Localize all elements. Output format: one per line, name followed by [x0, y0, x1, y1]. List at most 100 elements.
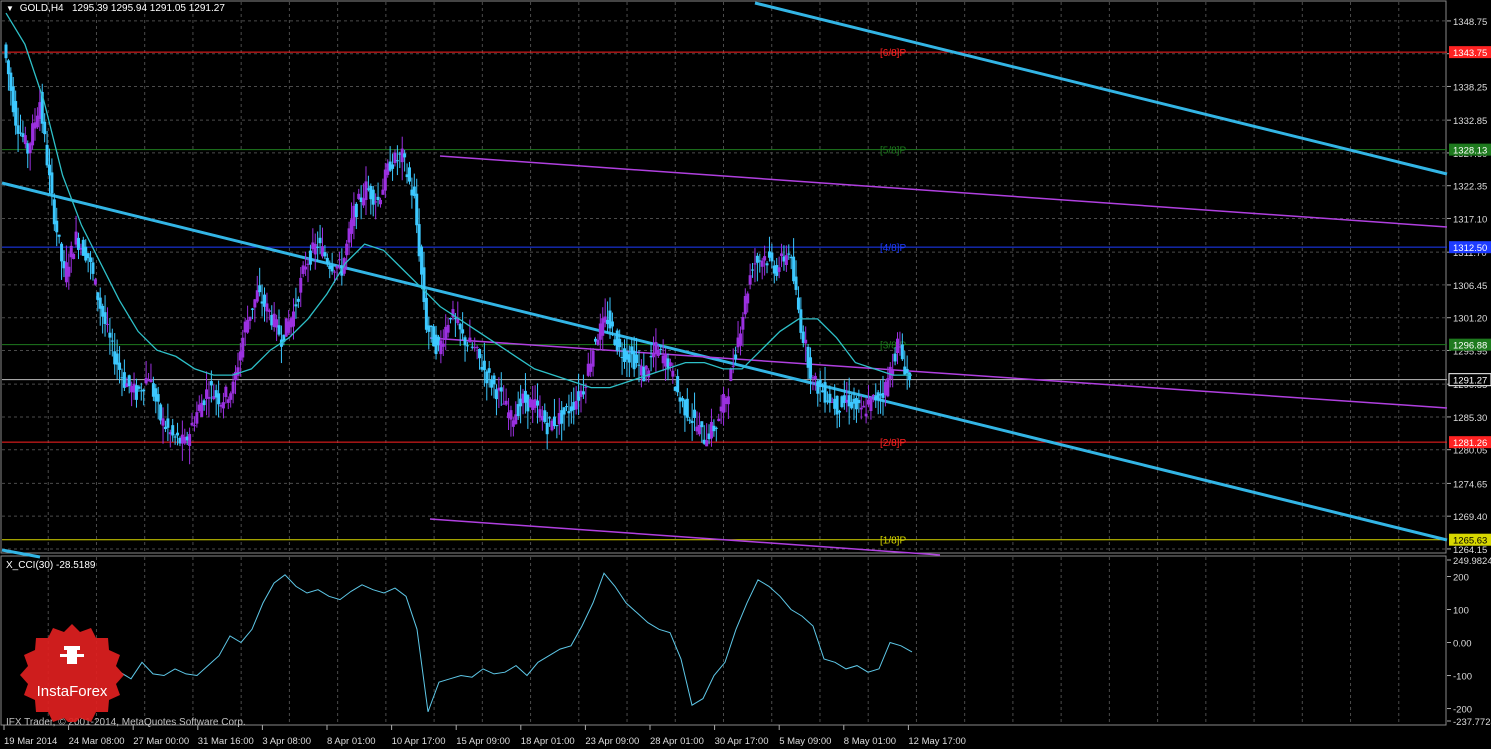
- murrey-level-label: [1/8]P: [880, 536, 906, 547]
- candle-body: [780, 253, 784, 257]
- x-axis-label: 30 Apr 17:00: [715, 736, 769, 747]
- candle-body: [574, 401, 578, 410]
- cci-axis-tick-label: 200: [1453, 572, 1469, 583]
- candle-body: [637, 364, 641, 366]
- candle-body: [777, 267, 781, 272]
- candle-body: [173, 436, 177, 438]
- candle-body: [659, 348, 663, 350]
- candle-body: [567, 411, 571, 414]
- candle-body: [188, 434, 192, 446]
- candle-body: [504, 400, 508, 405]
- candle-body: [137, 386, 141, 389]
- candle-body: [299, 277, 303, 293]
- candle-body: [857, 399, 861, 404]
- y-axis-tick-label: 1317.10: [1453, 214, 1487, 225]
- candle-body: [859, 407, 863, 410]
- candle-body: [110, 340, 114, 342]
- x-axis-label: 24 Mar 08:00: [69, 736, 125, 747]
- candle-body: [591, 350, 595, 367]
- moving-average-line: [5, 12, 912, 389]
- cci-axis-tick-label: -237.7724: [1453, 717, 1491, 728]
- murrey-level-label: [5/8]P: [880, 146, 906, 157]
- candle-body: [475, 346, 479, 348]
- price-axis-label: 1312.50: [1453, 243, 1487, 254]
- candle-body: [685, 398, 689, 418]
- y-axis-tick-label: 1301.20: [1453, 314, 1487, 325]
- candle-body: [748, 275, 752, 285]
- channel-violet-middle: [429, 337, 1448, 409]
- candle-body: [161, 418, 165, 426]
- candle-body: [714, 427, 718, 429]
- chart-canvas[interactable]: 1348.751343.501338.251332.851327.601322.…: [0, 0, 1491, 749]
- candle-body: [676, 376, 680, 393]
- candle-body: [509, 410, 513, 420]
- dropdown-icon[interactable]: ▼: [6, 4, 14, 13]
- y-axis-tick-label: 1348.75: [1453, 17, 1487, 28]
- candle-body: [108, 332, 112, 338]
- candle-body: [543, 410, 547, 422]
- candle-body: [753, 263, 757, 265]
- candle-body: [248, 316, 252, 321]
- candle-body: [439, 340, 443, 355]
- candle-body: [700, 421, 704, 428]
- candle-body: [838, 410, 842, 413]
- candle-body: [407, 167, 411, 182]
- x-axis-label: 19 Mar 2014: [4, 736, 57, 747]
- candle-body: [668, 362, 672, 367]
- candle-body: [468, 337, 472, 343]
- candle-body: [536, 400, 540, 406]
- channel-blue-upper: [754, 1, 1448, 176]
- candle-body: [813, 375, 817, 380]
- candle-body: [323, 252, 327, 257]
- candle-body: [176, 432, 180, 436]
- candle-body: [6, 60, 10, 75]
- candle-body: [209, 381, 213, 386]
- cci-axis-tick-label: 100: [1453, 606, 1469, 617]
- candle-body: [294, 304, 298, 307]
- candle-body: [763, 256, 767, 261]
- candle-body: [316, 246, 320, 248]
- x-axis-label: 27 Mar 00:00: [133, 736, 189, 747]
- candle-body: [67, 266, 71, 277]
- instaforex-logo: InstaForex: [20, 624, 124, 722]
- candle-body: [277, 325, 281, 335]
- candle-body: [717, 418, 721, 422]
- x-axis-label: 18 Apr 01:00: [521, 736, 575, 747]
- candle-body: [127, 375, 131, 387]
- candle-body: [755, 255, 759, 263]
- candle-body: [770, 252, 774, 262]
- candle-body: [760, 260, 764, 267]
- y-axis-tick-label: 1322.35: [1453, 182, 1487, 193]
- y-axis-tick-label: 1332.85: [1453, 116, 1487, 127]
- price-axis-label: 1265.63: [1453, 536, 1487, 547]
- candle-body: [52, 199, 56, 225]
- candle-body: [156, 394, 160, 402]
- x-axis-label: 31 Mar 16:00: [198, 736, 254, 747]
- candle-body: [354, 203, 358, 218]
- candle-body: [43, 121, 47, 135]
- y-axis-tick-label: 1269.40: [1453, 512, 1487, 523]
- candle-body: [231, 381, 235, 394]
- candle-body: [246, 319, 250, 333]
- candle-body: [688, 419, 692, 421]
- candle-body: [545, 422, 549, 435]
- candle-body: [118, 362, 122, 370]
- candle-body: [746, 293, 750, 304]
- murrey-level-label: [6/8]P: [880, 48, 906, 59]
- candle-body: [823, 382, 827, 403]
- candle-body: [765, 263, 769, 266]
- candle-body: [581, 391, 585, 395]
- x-axis-label: 5 May 09:00: [779, 736, 831, 747]
- candle-body: [618, 338, 622, 348]
- candle-body: [91, 262, 95, 274]
- candle-body: [482, 360, 486, 371]
- candle-body: [886, 378, 890, 397]
- channel-violet-upper: [439, 155, 1448, 228]
- logo-seal: [20, 624, 124, 722]
- candle-body: [422, 267, 426, 303]
- murrey-level-label: [4/8]P: [880, 243, 906, 254]
- candle-body: [693, 409, 697, 418]
- candle-body: [862, 405, 866, 408]
- candle-body: [241, 337, 245, 358]
- candle-body: [149, 379, 153, 383]
